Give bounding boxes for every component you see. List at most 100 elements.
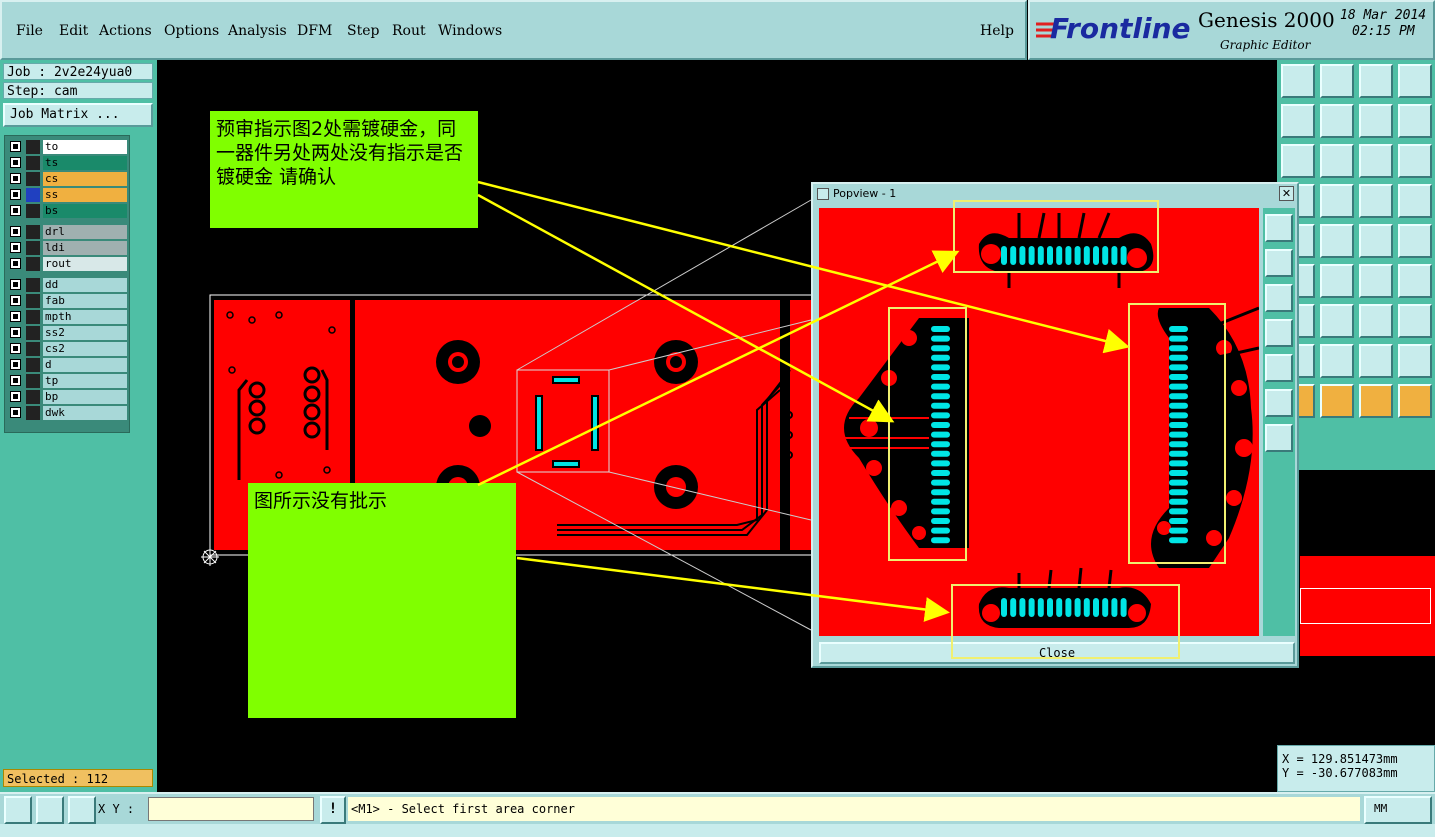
- layer-row-tp[interactable]: tp: [7, 374, 127, 388]
- units-selector[interactable]: MM: [1364, 796, 1432, 824]
- close-icon[interactable]: ✕: [1279, 186, 1294, 201]
- layer-checkbox[interactable]: [10, 375, 21, 386]
- layer-row-cs[interactable]: cs: [7, 172, 127, 186]
- tool-icon[interactable]: [1398, 184, 1432, 218]
- layer-name[interactable]: cs: [43, 172, 127, 186]
- edge-icon[interactable]: [1398, 344, 1432, 378]
- layer-row-bp[interactable]: bp: [7, 390, 127, 404]
- triangle-icon[interactable]: [1320, 344, 1354, 378]
- layers-icon[interactable]: [1320, 184, 1354, 218]
- pan-right-icon[interactable]: [1320, 104, 1354, 138]
- popview-titlebar[interactable]: Popview - 1 ✕: [813, 184, 1297, 204]
- layer-checkbox[interactable]: [10, 391, 21, 402]
- route-icon[interactable]: [1359, 264, 1393, 298]
- layer-affected-indicator[interactable]: [26, 257, 40, 271]
- layer-affected-indicator[interactable]: [26, 156, 40, 170]
- layer-name[interactable]: dd: [43, 278, 127, 292]
- layer-name[interactable]: mpth: [43, 310, 127, 324]
- popview-fit-icon[interactable]: [1265, 214, 1293, 242]
- popview-zoom-in-icon[interactable]: [1265, 249, 1293, 277]
- menu-file[interactable]: File: [16, 23, 43, 39]
- layer-row-ts[interactable]: ts: [7, 156, 127, 170]
- popview-pan-right-icon[interactable]: [1265, 354, 1293, 382]
- layer-name[interactable]: bp: [43, 390, 127, 404]
- center-icon[interactable]: [1320, 144, 1354, 178]
- layer-name[interactable]: ts: [43, 156, 127, 170]
- layer-row-cs2[interactable]: cs2: [7, 342, 127, 356]
- measure-icon[interactable]: [36, 796, 64, 824]
- menu-actions[interactable]: Actions: [99, 23, 152, 39]
- popview-pan-left-icon[interactable]: [1265, 319, 1293, 347]
- snap-grid-icon[interactable]: [68, 796, 96, 824]
- layer-checkbox[interactable]: [10, 173, 21, 184]
- layer-name[interactable]: ss: [43, 188, 127, 202]
- layer-checkbox[interactable]: [10, 327, 21, 338]
- layer-row-rout[interactable]: rout: [7, 257, 127, 271]
- layer-affected-indicator[interactable]: [26, 294, 40, 308]
- dimension-icon[interactable]: [1398, 304, 1432, 338]
- layer-name[interactable]: ldi: [43, 241, 127, 255]
- window-icon[interactable]: [1398, 64, 1432, 98]
- popview-center-icon[interactable]: [1265, 389, 1293, 417]
- layer-affected-indicator[interactable]: [26, 342, 40, 356]
- fit-icon[interactable]: [1281, 144, 1315, 178]
- layer-checkbox[interactable]: [10, 407, 21, 418]
- layer-name[interactable]: bs: [43, 204, 127, 218]
- menu-help[interactable]: Help: [980, 23, 1014, 39]
- layer-checkbox[interactable]: [10, 343, 21, 354]
- layer-name[interactable]: cs2: [43, 342, 127, 356]
- layer-row-ss[interactable]: ss: [7, 188, 127, 202]
- layer-row-d[interactable]: d: [7, 358, 127, 372]
- layer-checkbox[interactable]: [10, 258, 21, 269]
- layer-checkbox[interactable]: [10, 226, 21, 237]
- menu-edit[interactable]: Edit: [59, 23, 88, 39]
- menu-windows[interactable]: Windows: [438, 23, 502, 39]
- layer-checkbox[interactable]: [10, 311, 21, 322]
- menu-options[interactable]: Options: [164, 23, 219, 39]
- layer-checkbox[interactable]: [10, 359, 21, 370]
- arc-icon[interactable]: [1320, 304, 1354, 338]
- popview-close-button[interactable]: Close: [819, 642, 1295, 664]
- layer-row-dd[interactable]: dd: [7, 278, 127, 292]
- flip-icon[interactable]: [1398, 264, 1432, 298]
- mirror-icon[interactable]: [1359, 104, 1393, 138]
- xy-input[interactable]: [148, 797, 314, 821]
- pan-left-icon[interactable]: [1281, 104, 1315, 138]
- layer-name[interactable]: to: [43, 140, 127, 154]
- layer-checkbox[interactable]: [10, 157, 21, 168]
- layer-checkbox[interactable]: [10, 242, 21, 253]
- layer-affected-indicator[interactable]: [26, 172, 40, 186]
- curve-icon[interactable]: [1359, 304, 1393, 338]
- drag-icon[interactable]: [1398, 384, 1432, 418]
- window-menu-icon[interactable]: [817, 188, 829, 200]
- popview-zoom-out-icon[interactable]: [1265, 284, 1293, 312]
- popview-expand-icon[interactable]: [1265, 424, 1293, 452]
- pointer-icon[interactable]: [1320, 384, 1354, 418]
- trim-icon[interactable]: [1359, 344, 1393, 378]
- layer-row-drl[interactable]: drl: [7, 225, 127, 239]
- layer-affected-indicator[interactable]: [26, 188, 40, 202]
- zoom-out-icon[interactable]: [1359, 64, 1393, 98]
- snap-icon[interactable]: [1359, 184, 1393, 218]
- layer-name[interactable]: rout: [43, 257, 127, 271]
- pad-icon[interactable]: [1359, 224, 1393, 258]
- zoom-window-icon[interactable]: [4, 796, 32, 824]
- cursor-icon[interactable]: [1359, 384, 1393, 418]
- layer-affected-indicator[interactable]: [26, 225, 40, 239]
- connect-icon[interactable]: [1320, 264, 1354, 298]
- layer-checkbox[interactable]: [10, 205, 21, 216]
- layer-row-bs[interactable]: bs: [7, 204, 127, 218]
- layer-affected-indicator[interactable]: [26, 326, 40, 340]
- layer-row-mpth[interactable]: mpth: [7, 310, 127, 324]
- layer-name[interactable]: drl: [43, 225, 127, 239]
- job-matrix-button[interactable]: Job Matrix ...: [3, 103, 153, 127]
- scale-icon[interactable]: [1359, 144, 1393, 178]
- ruler-icon[interactable]: [1320, 224, 1354, 258]
- alert-icon[interactable]: !: [320, 796, 346, 824]
- layer-row-fab[interactable]: fab: [7, 294, 127, 308]
- layer-affected-indicator[interactable]: [26, 374, 40, 388]
- home-icon[interactable]: [1281, 64, 1315, 98]
- layer-name[interactable]: fab: [43, 294, 127, 308]
- layer-checkbox[interactable]: [10, 279, 21, 290]
- layer-name[interactable]: ss2: [43, 326, 127, 340]
